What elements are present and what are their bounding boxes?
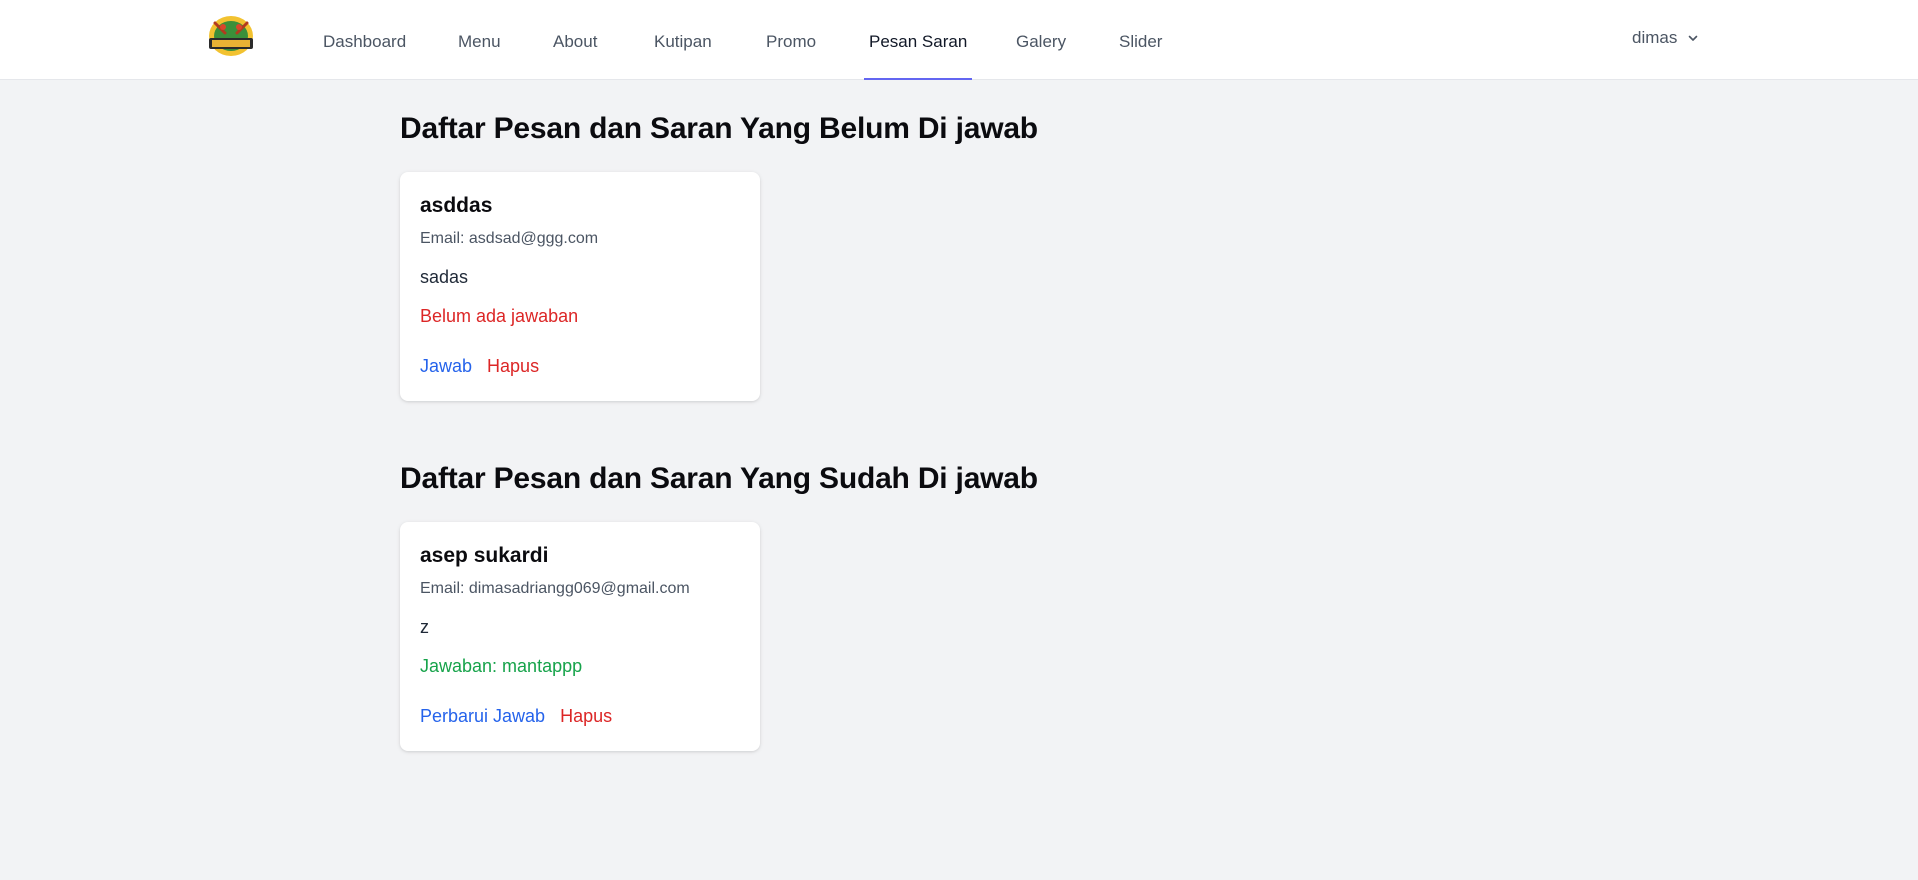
nav-item-about[interactable]: About xyxy=(553,0,597,79)
delete-button[interactable]: Hapus xyxy=(560,706,612,727)
nav-item-menu[interactable]: Menu xyxy=(458,0,501,79)
nav-item-dashboard[interactable]: Dashboard xyxy=(323,0,406,79)
pending-message-card: asddas Email: asdsad@ggg.com sadas Belum… xyxy=(400,172,760,401)
restaurant-logo[interactable] xyxy=(203,13,259,59)
answer-button[interactable]: Jawab xyxy=(420,356,472,377)
pending-section-title: Daftar Pesan dan Saran Yang Belum Di jaw… xyxy=(400,112,1038,145)
card-actions: Jawab Hapus xyxy=(420,356,539,377)
message-text: z xyxy=(420,617,429,637)
delete-button[interactable]: Hapus xyxy=(487,356,539,377)
user-name: dimas xyxy=(1632,28,1678,47)
top-navbar: Dashboard Menu About Kutipan Promo Pesan… xyxy=(0,0,1918,80)
answered-message-card: asep sukardi Email: dimasadriangg069@gma… xyxy=(400,522,760,751)
nav-item-pesan-saran[interactable]: Pesan Saran xyxy=(863,0,973,80)
answer-status: Belum ada jawaban xyxy=(420,306,579,326)
sender-email: Email: asdsad@ggg.com xyxy=(420,230,599,247)
user-menu-dropdown[interactable]: dimas xyxy=(1632,28,1699,48)
nav-item-slider[interactable]: Slider xyxy=(1119,0,1162,79)
nav-item-kutipan[interactable]: Kutipan xyxy=(654,0,712,79)
sender-email: Email: dimasadriangg069@gmail.com xyxy=(420,580,690,597)
message-text: sadas xyxy=(420,267,469,287)
answered-section-title: Daftar Pesan dan Saran Yang Sudah Di jaw… xyxy=(400,462,1038,495)
card-actions: Perbarui Jawab Hapus xyxy=(420,706,612,727)
answer-text: Jawaban: mantappp xyxy=(420,656,583,676)
sender-name: asep sukardi xyxy=(420,544,549,567)
nav-item-galery[interactable]: Galery xyxy=(1016,0,1066,79)
sender-name: asddas xyxy=(420,194,493,217)
nav-item-promo[interactable]: Promo xyxy=(766,0,816,79)
update-answer-button[interactable]: Perbarui Jawab xyxy=(420,706,545,727)
chevron-down-icon xyxy=(1689,35,1698,41)
